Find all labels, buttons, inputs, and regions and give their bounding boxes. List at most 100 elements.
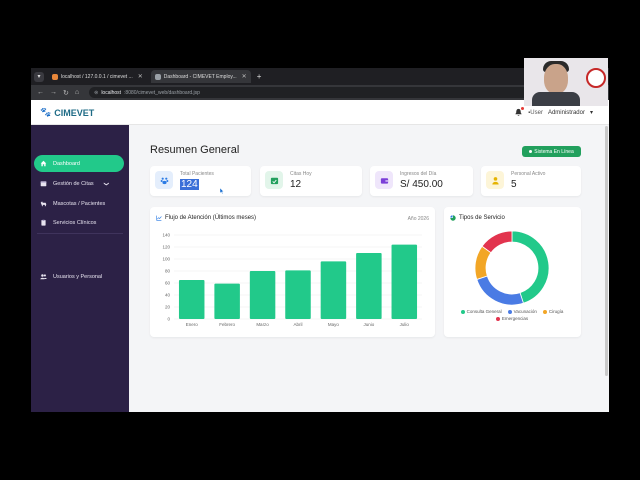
legend-label: Emergencias	[501, 316, 529, 321]
webcam-face	[544, 64, 568, 94]
notification-dot	[521, 107, 525, 110]
sidebar-item-usuarios[interactable]: Usuarios y Personal	[34, 268, 124, 285]
wallet-icon	[375, 171, 393, 189]
legend-swatch	[542, 309, 547, 314]
y-tick-label: 140	[162, 233, 170, 238]
legend-swatch	[495, 316, 500, 321]
sidebar-item-citas[interactable]: Gestión de Citas ❯	[34, 175, 124, 192]
page-title: Resumen General	[150, 144, 240, 156]
close-tab-icon[interactable]: ✕	[242, 73, 247, 80]
legend-item[interactable]: Consulta General	[460, 309, 502, 314]
card-label: Total Pacientes	[180, 171, 214, 177]
donut-slice	[511, 230, 550, 304]
page-scrollbar[interactable]	[605, 126, 608, 376]
legend-item[interactable]: Emergencias	[495, 316, 529, 321]
sidebar-item-label: Servicios Clínicos	[53, 219, 97, 226]
site-info-icon[interactable]: ⊜	[94, 90, 98, 96]
top-navbar: 🐾 CIMEVET ▪User Administrador ▾	[31, 100, 609, 125]
sidebar-item-label: Gestión de Citas	[53, 180, 94, 187]
x-tick-label: Enero	[186, 322, 199, 327]
legend-swatch	[460, 309, 465, 314]
page-icon	[154, 73, 161, 80]
card-value[interactable]: 124	[180, 179, 199, 190]
card-label: Citas Hoy	[290, 171, 312, 177]
y-tick-label: 20	[165, 305, 171, 310]
chevron-down-icon[interactable]: ▾	[590, 109, 593, 116]
legend-label: Cirugía	[548, 309, 564, 314]
bar	[214, 283, 240, 319]
avatar[interactable]: ▪User	[528, 110, 543, 116]
clipboard-icon	[40, 219, 47, 226]
main-content: Resumen General Sistema En Línea Total P…	[129, 125, 609, 412]
legend-item[interactable]: Vacunación	[507, 309, 537, 314]
reload-icon[interactable]: ↻	[63, 89, 69, 97]
tab-title: Dashboard - CIMEVET Employ...	[163, 73, 237, 80]
dog-icon	[40, 200, 47, 207]
sidebar-item-dashboard[interactable]: Dashboard	[34, 155, 124, 172]
avatar-alt-text: User	[530, 109, 543, 116]
x-tick-label: Febrero	[219, 322, 235, 327]
user-role[interactable]: Administrador	[548, 110, 585, 116]
card-value: 12	[290, 179, 302, 190]
legend-label: Vacunación	[513, 309, 537, 314]
mouse-cursor-icon	[220, 188, 224, 194]
institution-logo-icon	[586, 68, 606, 88]
y-tick-label: 0	[167, 317, 170, 322]
y-tick-label: 100	[162, 257, 170, 262]
chevron-down-icon[interactable]: ❯	[103, 181, 109, 185]
status-label: Sistema En Línea	[534, 148, 574, 155]
y-tick-label: 40	[165, 293, 171, 298]
x-tick-label: Abril	[293, 322, 302, 327]
app-page: 🐾 CIMEVET ▪User Administrador ▾ Dashboar…	[31, 100, 609, 412]
bar	[285, 270, 311, 319]
card-label: Personal Activo	[511, 171, 546, 177]
x-tick-label: Julio	[400, 322, 410, 327]
donut-chart	[474, 230, 550, 306]
browser-toolbar: ← → ↻ ⌂ ⊜ localhost:8080/cimevet_web/das…	[31, 85, 609, 100]
stat-card-citas: Citas Hoy 12	[260, 166, 362, 196]
x-tick-label: Mayo	[328, 322, 340, 327]
legend-swatch	[507, 309, 512, 314]
sidebar-divider	[37, 233, 123, 234]
card-value: S/ 450.00	[400, 179, 443, 190]
legend-item[interactable]: Cirugía	[542, 309, 564, 314]
person-icon	[486, 171, 504, 189]
home-browser-icon[interactable]: ⌂	[75, 89, 79, 96]
close-tab-icon[interactable]: ✕	[138, 73, 143, 80]
bar-chart: 0 20 40 60 80 100 120 140 Enero Febrero Marzo Abril…	[162, 233, 422, 327]
stat-card-pacientes: Total Pacientes 124	[150, 166, 251, 196]
bar	[249, 271, 276, 319]
bar	[178, 280, 205, 319]
y-tick-label: 120	[162, 245, 170, 250]
phpmyadmin-icon	[52, 73, 58, 80]
stat-card-personal: Personal Activo 5	[481, 166, 581, 196]
forward-icon[interactable]: →	[50, 89, 57, 96]
sidebar-item-mascotas[interactable]: Mascotas / Pacientes	[34, 195, 124, 212]
card-label: Ingresos del Día	[400, 171, 437, 177]
tab-phpmyadmin[interactable]: localhost / 127.0.0.1 / cimevet ... ✕	[48, 70, 147, 83]
sidebar-item-servicios[interactable]: Servicios Clínicos	[34, 214, 124, 231]
tab-search-button[interactable]: ▾	[34, 71, 44, 82]
address-bar[interactable]: ⊜ localhost:8080/cimevet_web/dashboard.j…	[89, 87, 560, 98]
tab-dashboard[interactable]: Dashboard - CIMEVET Employ... ✕	[150, 70, 251, 83]
back-icon[interactable]: ←	[37, 89, 44, 96]
webcam-overlay	[524, 58, 608, 106]
brand-name: CIMEVET	[54, 107, 95, 118]
home-icon	[40, 160, 47, 167]
url-path: :8080/cimevet_web/dashboard.jsp	[124, 89, 200, 96]
bar	[320, 261, 347, 319]
url-host: localhost	[101, 89, 122, 96]
browser-window: ▾ localhost / 127.0.0.1 / cimevet ... ✕ …	[31, 68, 609, 412]
bar	[391, 244, 418, 319]
users-icon	[40, 273, 47, 280]
sidebar-item-label: Usuarios y Personal	[53, 273, 103, 280]
user-area: ▪User Administrador ▾	[514, 107, 593, 117]
legend-label: Consulta General	[466, 309, 502, 314]
calendar-icon	[40, 180, 47, 187]
y-tick-label: 60	[165, 281, 171, 286]
brand-logo[interactable]: 🐾 CIMEVET	[40, 107, 94, 118]
bell-icon[interactable]	[514, 107, 525, 117]
webcam-shirt	[532, 92, 580, 106]
new-tab-button[interactable]: +	[257, 72, 262, 81]
y-tick-label: 80	[165, 269, 171, 274]
